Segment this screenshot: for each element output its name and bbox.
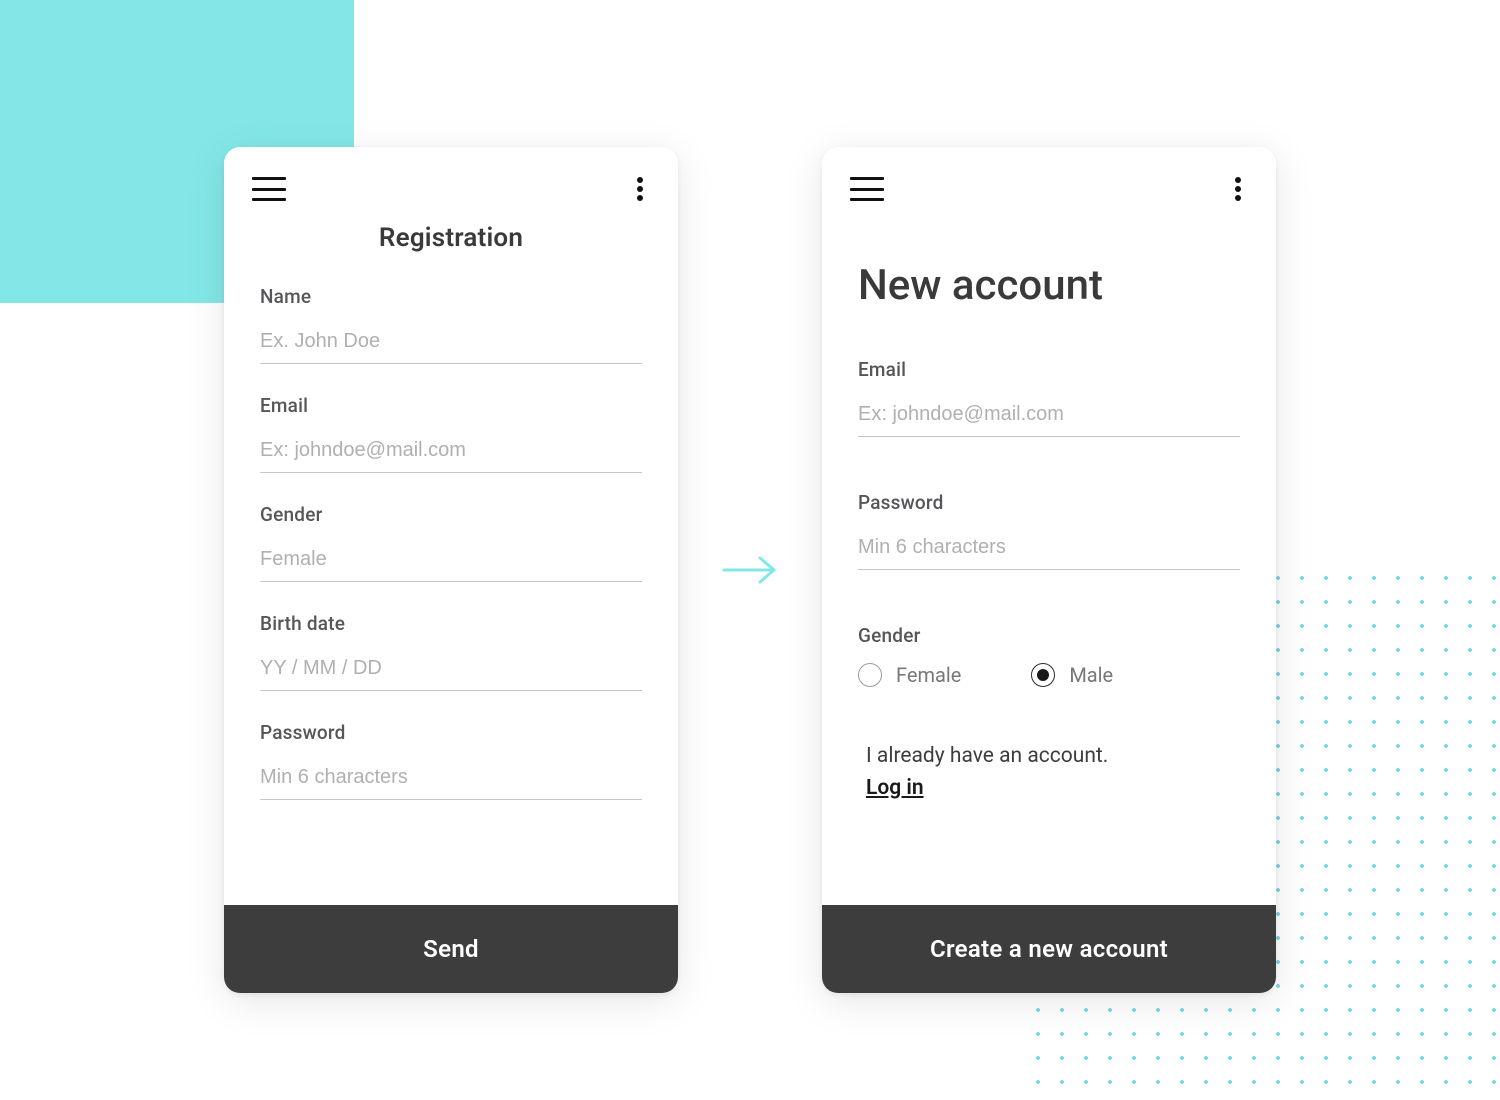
gender-male-label: Male: [1069, 663, 1113, 687]
hamburger-menu-icon[interactable]: [252, 177, 286, 201]
topbar: [224, 147, 678, 215]
registration-content: Registration Name Email Gender Birth dat…: [224, 215, 678, 905]
radio-icon: [1031, 663, 1055, 687]
send-button[interactable]: Send: [224, 905, 678, 993]
hamburger-menu-icon[interactable]: [850, 177, 884, 201]
gender-input[interactable]: [260, 542, 642, 582]
gender-field: Gender Female Male: [858, 624, 1240, 687]
birthdate-field: Birth date: [260, 612, 642, 691]
existing-account-text: I already have an account.: [866, 744, 1108, 768]
registration-card: Registration Name Email Gender Birth dat…: [224, 147, 678, 993]
name-label: Name: [260, 285, 642, 308]
create-account-button[interactable]: Create a new account: [822, 905, 1276, 993]
arrow-right-icon: [718, 553, 782, 587]
new-account-title: New account: [858, 261, 1240, 310]
gender-radio-male[interactable]: Male: [1031, 663, 1113, 687]
registration-title: Registration: [260, 223, 642, 253]
name-input[interactable]: [260, 324, 642, 364]
gender-radio-female[interactable]: Female: [858, 663, 961, 687]
email-field: Email: [260, 394, 642, 473]
gender-label: Gender: [858, 624, 1240, 647]
new-account-content: New account Email Password Gender Female: [822, 215, 1276, 905]
password-input[interactable]: [858, 530, 1240, 570]
more-options-icon[interactable]: [630, 175, 650, 203]
gender-label: Gender: [260, 503, 642, 526]
email-input[interactable]: [858, 397, 1240, 437]
gender-radio-group: Female Male: [858, 663, 1240, 687]
stage: Registration Name Email Gender Birth dat…: [0, 0, 1500, 1100]
more-options-icon[interactable]: [1228, 175, 1248, 203]
gender-female-label: Female: [896, 663, 961, 687]
existing-account: I already have an account. Log in: [858, 741, 1240, 804]
topbar: [822, 147, 1276, 215]
new-account-card: New account Email Password Gender Female: [822, 147, 1276, 993]
gender-field: Gender: [260, 503, 642, 582]
password-input[interactable]: [260, 760, 642, 800]
birthdate-input[interactable]: [260, 651, 642, 691]
password-field: Password: [858, 491, 1240, 570]
password-label: Password: [260, 721, 642, 744]
email-input[interactable]: [260, 433, 642, 473]
email-label: Email: [858, 358, 1240, 381]
birthdate-label: Birth date: [260, 612, 642, 635]
radio-icon: [858, 663, 882, 687]
name-field: Name: [260, 285, 642, 364]
email-field: Email: [858, 358, 1240, 437]
password-field: Password: [260, 721, 642, 800]
email-label: Email: [260, 394, 642, 417]
password-label: Password: [858, 491, 1240, 514]
login-link[interactable]: Log in: [866, 776, 924, 800]
